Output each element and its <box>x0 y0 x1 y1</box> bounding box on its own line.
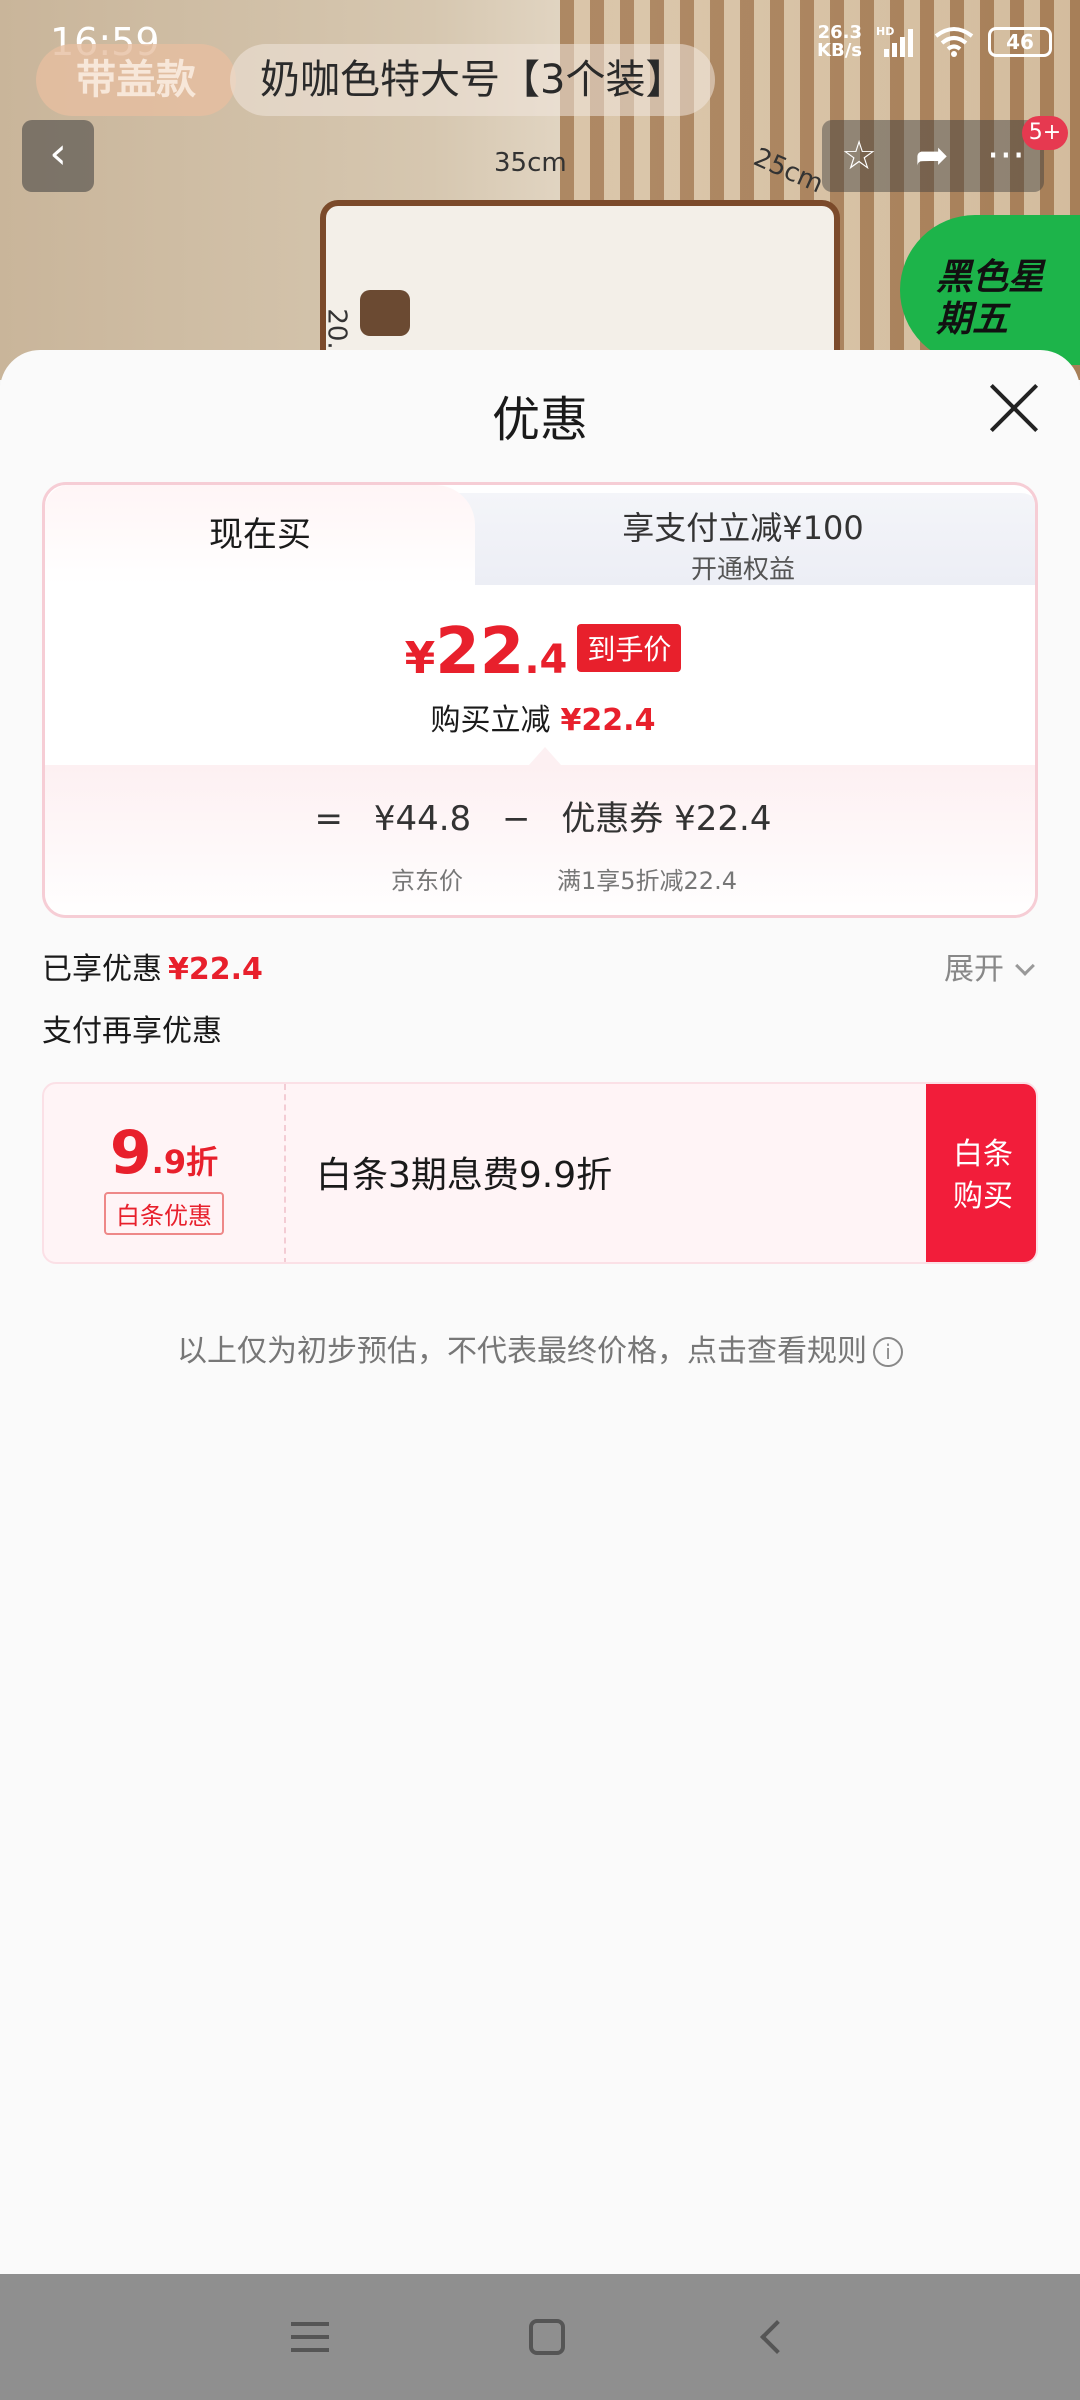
coupon-amount: 优惠券 ¥22.4 <box>561 799 772 839</box>
promo-description: 白条3期息费9.9折 <box>316 1155 613 1196</box>
enjoyed-amount: ¥22.4 <box>168 952 263 987</box>
signal-icon: HD <box>876 25 913 57</box>
tab-pay-discount-label: 享支付立减¥100 <box>622 509 864 547</box>
hd-label: HD <box>876 25 894 38</box>
buy-button-line2: 购买 <box>953 1179 1013 1214</box>
price-card: 享支付立减¥100 开通权益 现在买 ¥22.4 到手价 购买立减 ¥22.4 = … <box>42 482 1038 918</box>
equals-sign: = <box>314 799 344 839</box>
variant-pill[interactable]: 带盖款 <box>36 44 236 116</box>
back-button[interactable]: ‹ <box>22 120 94 192</box>
enjoyed-label: 已享优惠 <box>42 952 162 987</box>
discount-value: 9.9折 白条优惠 <box>44 1084 286 1262</box>
buy-button-line1: 白条 <box>953 1137 1013 1172</box>
baitiao-promo-card[interactable]: 9.9折 白条优惠 白条3期息费9.9折 白条 购买 <box>42 1082 1038 1264</box>
price-decimal: .4 <box>524 637 568 683</box>
jd-price: ¥44.8 <box>373 799 472 839</box>
discount-tag: 白条优惠 <box>104 1192 224 1235</box>
tab-pay-discount-sub: 开通权益 <box>690 555 795 585</box>
back-icon[interactable] <box>760 2320 794 2354</box>
breakdown-equation: = ¥44.8 − 优惠券 ¥22.4 <box>45 791 1035 840</box>
chevron-left-icon: ‹ <box>49 128 67 179</box>
network-speed: 26.3 KB/s <box>817 24 862 60</box>
promo-badge: 黑色星期五 <box>900 215 1080 365</box>
pointer-arrow <box>529 747 561 765</box>
tab-buy-now[interactable]: 现在买 <box>45 485 475 585</box>
promo-badge-text: 黑色星期五 <box>936 257 1045 340</box>
final-price-tag: 到手价 <box>577 624 682 672</box>
more-icon[interactable]: ··· <box>987 133 1025 179</box>
enjoyed-discount: 已享优惠 ¥22.4 <box>42 944 263 988</box>
dimension-width: 35cm <box>494 148 567 178</box>
coupon-label: 满1享5折减22.4 <box>557 867 737 895</box>
product-handle <box>360 290 410 336</box>
wifi-icon <box>934 27 974 57</box>
home-icon[interactable] <box>529 2319 565 2355</box>
pay-again-heading: 支付再享优惠 <box>42 1014 222 1049</box>
battery-indicator: 46 <box>988 27 1052 57</box>
jd-price-label: 京东价 <box>391 867 463 895</box>
expand-button[interactable]: 展开 <box>944 944 1035 988</box>
share-icon[interactable]: ➦ <box>915 133 949 179</box>
price-breakdown: = ¥44.8 − 优惠券 ¥22.4 京东价 满1享5折减22.4 <box>45 765 1035 915</box>
notification-badge: 5+ <box>1022 116 1068 150</box>
rules-disclaimer[interactable]: 以上仅为初步预估，不代表最终价格，点击查看规则 i <box>0 1326 1080 1370</box>
minus-sign: − <box>502 799 531 839</box>
tab-pay-discount[interactable]: 享支付立减¥100 开通权益 <box>445 493 1035 585</box>
price-integer: 22 <box>435 615 525 689</box>
info-icon: i <box>873 1337 903 1367</box>
chevron-down-icon <box>1015 956 1035 976</box>
price-yen: ¥ <box>404 633 436 684</box>
instant-label: 购买立减 <box>430 703 551 738</box>
net-speed-unit: KB/s <box>817 40 862 61</box>
variant-title[interactable]: 奶咖色特大号【3个装】 <box>230 44 716 116</box>
discount-small: .9折 <box>151 1143 219 1181</box>
disclaimer-text: 以上仅为初步预估，不代表最终价格，点击查看规则 <box>177 1334 867 1369</box>
instant-amount: ¥22.4 <box>560 703 656 738</box>
tab-row: 享支付立减¥100 开通权益 现在买 <box>45 485 1035 585</box>
expand-label: 展开 <box>944 952 1004 987</box>
sheet-title: 优惠 <box>491 392 588 448</box>
close-icon[interactable] <box>988 382 1040 434</box>
menu-icon[interactable] <box>291 2322 329 2352</box>
discount-big: 9 <box>109 1118 152 1188</box>
dimension-height: 20. <box>321 308 352 350</box>
status-icons: 26.3 KB/s HD 46 <box>817 24 1052 60</box>
star-icon[interactable]: ☆ <box>841 133 877 179</box>
final-price: ¥22.4 到手价 <box>45 615 1035 689</box>
discount-sheet: 优惠 享支付立减¥100 开通权益 现在买 ¥22.4 到手价 购买立减 ¥22.4… <box>0 350 1080 2275</box>
baitiao-buy-button[interactable]: 白条 购买 <box>926 1084 1036 1262</box>
system-nav-bar <box>0 2274 1080 2400</box>
top-actions: ☆ ➦ ··· <box>822 120 1044 192</box>
instant-discount: 购买立减 ¥22.4 <box>45 695 1035 739</box>
